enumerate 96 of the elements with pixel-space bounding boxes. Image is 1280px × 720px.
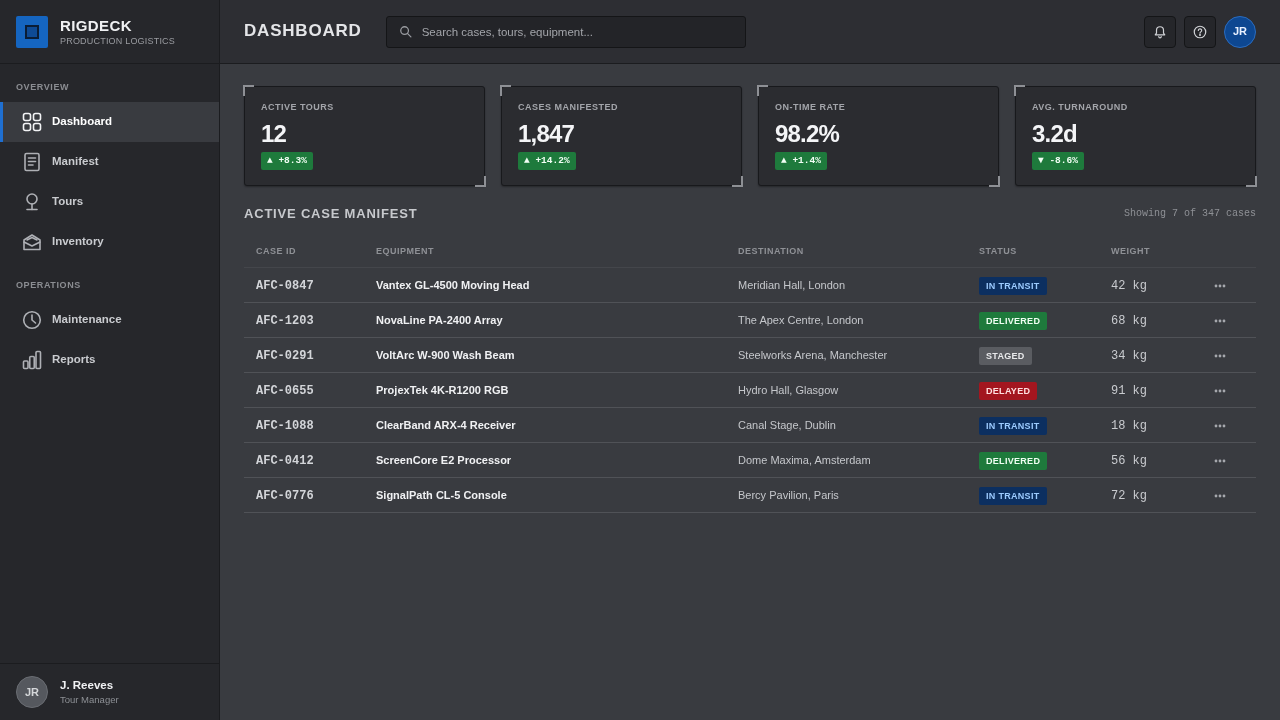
equipment-name: ClearBand ARX-4 Receiver — [376, 419, 516, 432]
stat-value: 12 — [261, 120, 287, 148]
user-role: Tour Manager — [60, 693, 119, 706]
stat-value: 3.2d — [1032, 120, 1077, 148]
bell-icon — [1153, 24, 1167, 39]
destination: Bercy Pavilion, Paris — [738, 489, 839, 502]
nav-item[interactable]: Reports — [0, 340, 219, 380]
case-id: AFC-0847 — [256, 278, 314, 293]
status-badge: DELAYED — [979, 381, 1038, 400]
results-summary: Showing 7 of 347 cases — [1123, 207, 1256, 222]
column-header: EQUIPMENT — [376, 245, 434, 256]
trend-badge: ▲ +1.4% — [775, 152, 827, 170]
more-icon — [1214, 318, 1226, 323]
equipment-name: Vantex GL-4500 Moving Head — [376, 279, 530, 292]
weight: 42 kg — [1111, 278, 1147, 293]
stat-label: ON-TIME RATE — [775, 101, 846, 114]
more-icon — [1214, 353, 1226, 358]
weight: 18 kg — [1111, 418, 1147, 433]
column-header: WEIGHT — [1111, 245, 1150, 256]
status-badge: DELIVERED — [979, 311, 1048, 330]
case-id: AFC-1203 — [256, 313, 314, 328]
corner-bracket-icon — [1014, 85, 1025, 96]
status-badge: STAGED — [979, 346, 1032, 365]
stat-label: ACTIVE TOURS — [261, 101, 334, 114]
more-icon — [1214, 458, 1226, 463]
box-icon — [22, 232, 42, 252]
stat-label: AVG. TURNAROUND — [1032, 101, 1128, 114]
corner-bracket-icon — [475, 176, 486, 187]
status-badge: DELIVERED — [979, 451, 1048, 470]
case-id: AFC-0291 — [256, 348, 314, 363]
case-id: AFC-0412 — [256, 453, 314, 468]
equipment-name: SignalPath CL-5 Console — [376, 489, 507, 502]
clock-icon — [22, 310, 42, 330]
more-icon — [1214, 283, 1226, 288]
weight: 56 kg — [1111, 453, 1147, 468]
stat-value: 1,847 — [518, 120, 575, 148]
corner-bracket-icon — [757, 85, 768, 96]
user-avatar: JR — [16, 676, 48, 708]
search-field[interactable]: Search cases, tours, equipment... — [385, 15, 746, 48]
logo-icon — [16, 15, 48, 48]
weight: 72 kg — [1111, 488, 1147, 503]
trend-badge: ▼ -8.6% — [1032, 152, 1084, 170]
case-id: AFC-0655 — [256, 383, 314, 398]
weight: 68 kg — [1111, 313, 1147, 328]
trend-badge: ▲ +8.3% — [261, 152, 313, 170]
destination: The Apex Centre, London — [738, 314, 864, 327]
destination: Dome Maxima, Amsterdam — [738, 454, 871, 467]
destination: Hydro Hall, Glasgow — [738, 384, 839, 397]
destination: Steelworks Arena, Manchester — [738, 349, 888, 362]
help-icon — [1193, 24, 1207, 39]
help-button[interactable] — [1184, 15, 1216, 48]
document-icon — [22, 152, 42, 172]
stat-label: CASES MANIFESTED — [518, 101, 618, 114]
status-badge: IN TRANSIT — [979, 416, 1047, 435]
corner-bracket-icon — [989, 176, 1000, 187]
search-icon — [398, 24, 413, 39]
nav-item[interactable]: Tours — [0, 182, 219, 222]
notifications-button[interactable] — [1144, 15, 1176, 48]
more-icon — [1214, 423, 1226, 428]
equipment-name: ScreenCore E2 Processor — [376, 454, 512, 467]
trend-badge: ▲ +14.2% — [518, 152, 576, 170]
equipment-name: NovaLine PA-2400 Array — [376, 314, 503, 327]
brand-name: RIGDECK — [60, 16, 133, 35]
grid-icon — [22, 112, 42, 132]
corner-bracket-icon — [1246, 176, 1257, 187]
case-id: AFC-1088 — [256, 418, 314, 433]
more-icon — [1214, 388, 1226, 393]
equipment-name: VoltArc W-900 Wash Beam — [376, 349, 515, 362]
page-title: DASHBOARD — [244, 21, 362, 42]
more-icon — [1214, 493, 1226, 498]
column-header: STATUS — [979, 245, 1017, 256]
destination: Canal Stage, Dublin — [738, 419, 836, 432]
weight: 34 kg — [1111, 348, 1147, 363]
section-title: OPERATIONS — [16, 279, 82, 292]
stat-value: 98.2% — [775, 120, 840, 148]
user-avatar[interactable]: JR — [1224, 15, 1256, 48]
nav-item[interactable]: Manifest — [0, 142, 219, 182]
section-title: OVERVIEW — [16, 81, 71, 94]
nav-item[interactable]: Dashboard — [0, 102, 219, 142]
column-header: DESTINATION — [738, 245, 804, 256]
nav-item[interactable]: Inventory — [0, 222, 219, 262]
corner-bracket-icon — [732, 176, 743, 187]
user-name: J. Reeves — [60, 678, 115, 693]
corner-bracket-icon — [500, 85, 511, 96]
equipment-name: ProjexTek 4K-R1200 RGB — [376, 384, 509, 397]
status-badge: IN TRANSIT — [979, 276, 1047, 295]
corner-bracket-icon — [243, 85, 254, 96]
status-badge: IN TRANSIT — [979, 486, 1047, 505]
destination: Meridian Hall, London — [738, 279, 845, 292]
nav-item[interactable]: Maintenance — [0, 300, 219, 340]
bar-chart-icon — [22, 350, 42, 370]
column-header: CASE ID — [256, 245, 296, 256]
weight: 91 kg — [1111, 383, 1147, 398]
section-title: ACTIVE CASE MANIFEST — [244, 206, 418, 222]
brand-tagline: PRODUCTION LOGISTICS — [60, 34, 175, 47]
case-id: AFC-0776 — [256, 488, 314, 503]
